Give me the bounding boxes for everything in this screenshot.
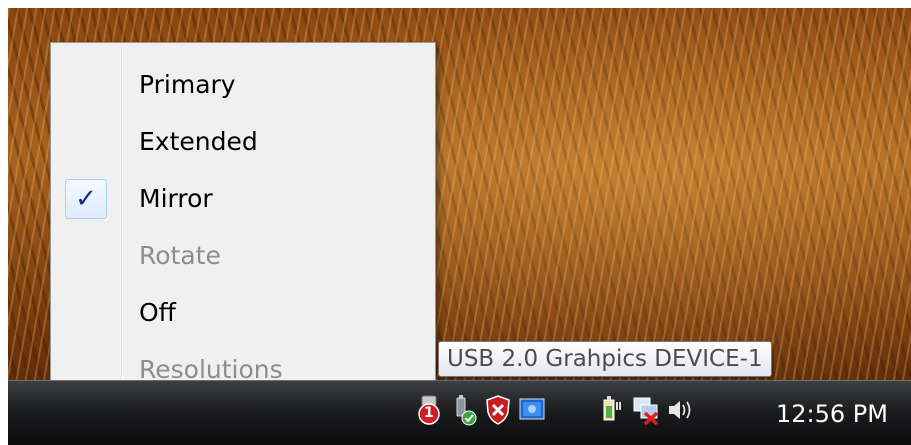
tooltip-text: USB 2.0 Grahpics DEVICE-1 <box>447 346 763 372</box>
power-icon[interactable] <box>598 394 626 426</box>
menu-item-label: Extended <box>139 126 258 156</box>
menu-item-label: Rotate <box>139 240 221 270</box>
menu-item-label: Mirror <box>139 183 213 213</box>
menu-item-label: Primary <box>139 69 236 99</box>
menu-item-extended[interactable]: Extended <box>55 116 431 166</box>
display-adapter-icon[interactable] <box>518 394 546 426</box>
notification-badge-count: 1 <box>424 405 434 421</box>
network-disconnected-icon[interactable] <box>632 394 660 426</box>
context-menu: Primary Extended ✓ Mirror Rotate Off Res… <box>50 42 436 396</box>
checkmark-icon: ✓ <box>65 179 107 219</box>
clock[interactable]: 12:56 PM <box>776 400 888 428</box>
menu-item-mirror[interactable]: ✓ Mirror <box>55 173 431 223</box>
desktop: Primary Extended ✓ Mirror Rotate Off Res… <box>8 8 911 445</box>
volume-icon[interactable] <box>666 394 694 426</box>
tray-tooltip: USB 2.0 Grahpics DEVICE-1 <box>438 341 772 377</box>
menu-item-label: Off <box>139 297 176 327</box>
flag-alert-icon[interactable]: 1 <box>416 394 444 426</box>
menu-item-off[interactable]: Off <box>55 287 431 337</box>
usb-device-icon[interactable] <box>450 394 478 426</box>
menu-item-primary[interactable]: Primary <box>55 59 431 109</box>
menu-item-rotate: Rotate <box>55 230 431 280</box>
security-shield-icon[interactable] <box>484 394 512 426</box>
